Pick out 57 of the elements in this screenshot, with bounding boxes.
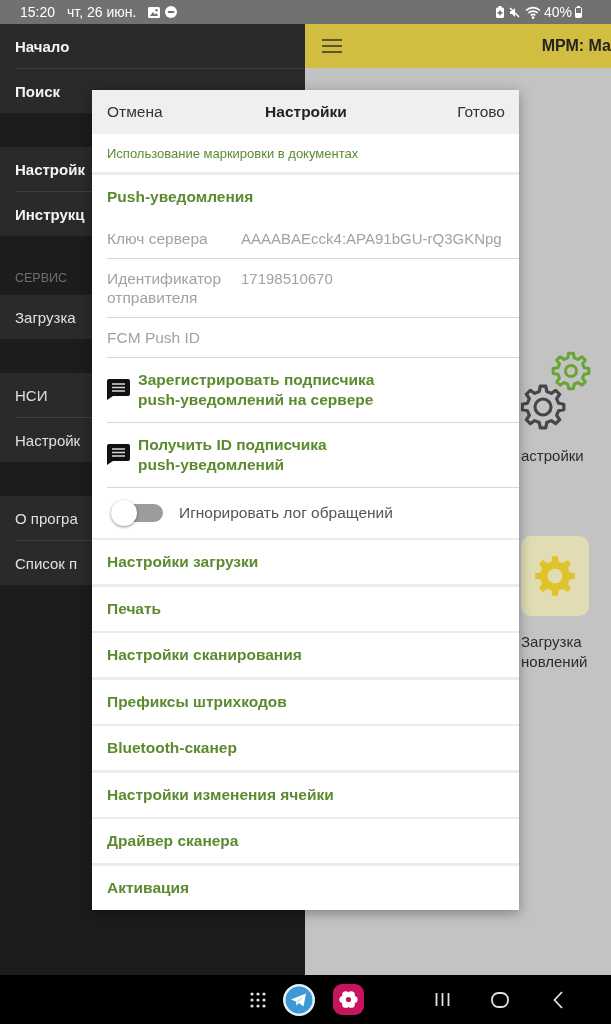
field-label: FCM Push ID	[107, 327, 201, 347]
settings-item[interactable]: Bluetooth-сканер	[92, 726, 519, 770]
drawer-item[interactable]: Настройк	[0, 418, 92, 462]
drawer-section-header: СЕРВИС	[15, 271, 68, 286]
paper-plane-icon[interactable]	[283, 983, 315, 1016]
gears-icon[interactable]	[521, 350, 591, 430]
home-icon[interactable]	[491, 991, 509, 1008]
drawer-item[interactable]: Настройк	[0, 147, 92, 191]
settings-item[interactable]: Печать	[92, 586, 519, 631]
settings-item[interactable]: Настройки сканирования	[92, 633, 519, 677]
minus-circle-icon	[165, 6, 178, 18]
cancel-button[interactable]: Отмена	[107, 103, 163, 121]
gear-icon	[535, 556, 575, 596]
recents-icon[interactable]	[435, 993, 450, 1006]
tile-label: астройки	[521, 446, 584, 466]
drawer-item[interactable]: О програ	[0, 496, 92, 540]
input-field[interactable]: 17198510670	[241, 268, 519, 288]
back-icon[interactable]	[553, 990, 563, 1009]
input-field[interactable]: AAAABAEcck4:APA91bGU-rQ3GKNpg	[241, 228, 519, 248]
tile-label: Загрузка	[521, 632, 582, 652]
image-icon	[148, 6, 161, 18]
field-label: Идентификатор отправителя	[107, 268, 223, 307]
settings-item[interactable]: Активация	[92, 865, 519, 910]
battery-percent: 40%	[543, 4, 572, 20]
mute-icon	[508, 6, 520, 18]
done-button[interactable]: Готово	[457, 103, 505, 121]
toggle-label: Игнорировать лог обращений	[179, 503, 393, 522]
drawer-item[interactable]: Список п	[0, 541, 92, 585]
flower-icon[interactable]	[333, 984, 364, 1015]
menu-icon[interactable]	[322, 39, 342, 53]
message-icon	[107, 444, 130, 465]
settings-item[interactable]: Настройки изменения ячейки	[92, 772, 519, 817]
drawer-item[interactable]: НСИ	[0, 373, 92, 417]
settings-item[interactable]: Драйвер сканера	[92, 819, 519, 863]
battery-icon	[575, 6, 582, 18]
settings-item[interactable]: Настройки загрузки	[92, 540, 519, 584]
settings-item[interactable]: Использование маркировки в документах	[92, 134, 519, 172]
wifi-icon	[524, 5, 542, 19]
status-date: чт, 26 июн.	[67, 4, 137, 20]
field-label: Ключ сервера	[107, 228, 209, 248]
tile-label: новлений	[521, 652, 588, 672]
action-item[interactable]: Получить ID подписчика push-уведомлений	[92, 422, 519, 487]
drawer-item[interactable]: Поиск	[0, 69, 92, 113]
battery-plus-icon	[495, 6, 504, 18]
drawer-item[interactable]: Инструкц	[0, 192, 92, 236]
section-heading: Push-уведомления	[106, 186, 255, 207]
dialog-title: Настройки	[265, 103, 347, 121]
settings-item[interactable]: Префиксы штрихкодов	[92, 679, 519, 724]
status-time: 15:20	[20, 4, 56, 20]
tile[interactable]	[521, 536, 589, 616]
drawer-item[interactable]: Загрузка	[0, 295, 92, 339]
action-item[interactable]: Зарегистрировать подписчика push-уведомлений на сервере	[92, 357, 519, 422]
message-icon	[107, 379, 130, 400]
toggle-switch[interactable]	[111, 498, 163, 527]
apps-grid-icon[interactable]	[250, 991, 266, 1008]
drawer-item[interactable]: Начало	[0, 24, 92, 68]
app-title: МРМ: Ма	[541, 37, 611, 55]
